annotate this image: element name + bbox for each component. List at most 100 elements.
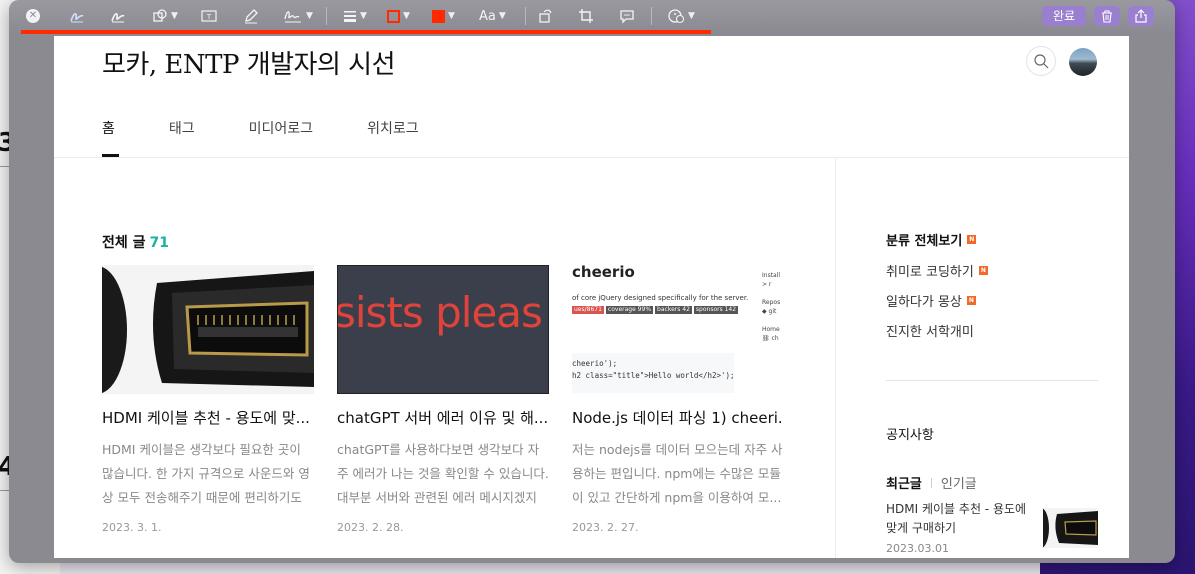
side-line: Install <box>762 272 781 279</box>
signature-icon <box>284 11 301 23</box>
nav-divider <box>54 157 1129 158</box>
badge: backers 42 <box>655 306 692 314</box>
chevron-down-icon: ▼ <box>171 11 178 21</box>
badge: sponsors 142 <box>693 306 739 314</box>
tab-separator <box>930 477 932 488</box>
post-date: 2023. 2. 27. <box>572 521 639 534</box>
post-excerpt: chatGPT를 사용하다보면 생각보다 자주 에러가 나는 것을 확인할 수 … <box>337 442 549 505</box>
category-item[interactable]: 진지한 서학개미 <box>886 321 974 340</box>
search-icon <box>1033 53 1048 68</box>
new-badge: N <box>978 266 988 275</box>
sketch-tool[interactable] <box>69 6 85 26</box>
chevron-down-icon: ▼ <box>688 11 695 21</box>
post-thumbnail-chatgpt[interactable]: sists pleas <box>337 265 549 394</box>
crop-tool[interactable] <box>578 6 594 26</box>
side-line <box>762 289 780 298</box>
crop-icon <box>579 9 593 23</box>
category-label: 진지한 서학개미 <box>886 325 974 340</box>
post-title[interactable]: Node.js 데이터 파싱 1) cheeri... <box>572 407 784 428</box>
text-box-icon: T <box>201 10 217 22</box>
thumbnail-badges: ues/8671 coverage 99% backers 42 sponsor… <box>572 306 739 314</box>
border-color-tool[interactable]: ▼ <box>387 6 410 26</box>
text-style-tool[interactable]: Aa ▼ <box>479 6 506 26</box>
nav-item-tags[interactable]: 태그 <box>169 118 195 138</box>
blog-title[interactable]: 모카, ENTP 개발자의 시선 <box>102 44 395 81</box>
post-card[interactable]: HDMI 케이블 추천 - 용도에 맞... HDMI 케이블은 생각보다 필요… <box>102 265 314 534</box>
category-all-link[interactable]: 분류 전체보기 N <box>886 230 977 249</box>
posts-heading: 전체 글 71 <box>102 232 169 252</box>
side-line: ◆ git <box>762 308 777 315</box>
category-label: 일하다가 몽상 <box>886 295 962 310</box>
sign-tool[interactable]: ▼ <box>283 6 313 26</box>
toolbar-separator <box>525 7 526 25</box>
avatar[interactable] <box>1069 48 1097 76</box>
nav-item-home[interactable]: 홈 <box>102 118 115 138</box>
recent-popular-tabs: 최근글 인기글 <box>886 473 977 492</box>
accessibility-tool[interactable]: ▼ <box>667 6 695 26</box>
post-thumbnail-hdmi[interactable] <box>102 265 314 394</box>
svg-text:T: T <box>206 13 212 21</box>
chevron-down-icon: ▼ <box>360 11 367 21</box>
speech-bubble-icon <box>620 10 634 24</box>
highlight-tool[interactable] <box>243 6 259 26</box>
side-line <box>762 316 780 325</box>
thumbnail-code: cheerio'); h2 class="title">Hello world<… <box>572 353 735 393</box>
nav-item-locationlog[interactable]: 위치로그 <box>367 118 419 138</box>
side-line: Home <box>762 326 780 333</box>
fill-color-swatch <box>432 9 445 23</box>
share-icon <box>1135 9 1147 23</box>
code-line: h2 class="title">Hello world</h2>'); <box>572 371 735 380</box>
rotate-tool[interactable] <box>537 6 553 26</box>
recent-post-date: 2023.03.01 <box>886 542 949 555</box>
delete-button[interactable] <box>1094 6 1120 26</box>
category-item[interactable]: 일하다가 몽상 N <box>886 291 976 310</box>
fill-color-tool[interactable]: ▼ <box>432 6 455 26</box>
line-style-tool[interactable]: ▼ <box>343 6 367 26</box>
category-label: 취미로 코딩하기 <box>886 265 974 280</box>
draw-icon <box>111 13 125 23</box>
code-line: cheerio'); <box>572 359 618 368</box>
document-page: 모카, ENTP 개발자의 시선 홈 태그 미디어로그 위치로그 전체 글71 <box>54 36 1129 558</box>
text-box-tool[interactable]: T <box>201 6 217 26</box>
share-button[interactable] <box>1128 6 1154 26</box>
category-all-label: 분류 전체보기 <box>886 234 963 249</box>
trash-icon <box>1102 9 1112 23</box>
post-card[interactable]: cheerio of core jQuery designed specific… <box>572 265 784 534</box>
done-button[interactable]: 완료 <box>1042 6 1086 26</box>
post-thumbnail-cheerio[interactable]: cheerio of core jQuery designed specific… <box>572 265 784 394</box>
thumbnail-heading: cheerio <box>572 265 635 281</box>
text-style-label: Aa <box>479 8 496 24</box>
post-excerpt: HDMI 케이블은 생각보다 필요한 곳이 많습니다. 한 가지 규격으로 사운… <box>102 442 310 505</box>
category-item[interactable]: 취미로 코딩하기 N <box>886 261 988 280</box>
badge: coverage 99% <box>605 306 654 314</box>
recent-post-thumbnail[interactable] <box>1043 508 1098 548</box>
side-line: ⛓ ch <box>762 335 779 342</box>
post-title[interactable]: HDMI 케이블 추천 - 용도에 맞... <box>102 407 314 428</box>
border-color-swatch <box>387 9 400 23</box>
chevron-down-icon: ▼ <box>498 11 506 21</box>
draw-tool[interactable] <box>110 6 126 26</box>
hdmi-cable-image <box>102 265 314 394</box>
recent-post-title[interactable]: HDMI 케이블 추천 - 용도에 맞게 구매하기 <box>886 500 1034 538</box>
description-tool[interactable] <box>619 6 635 26</box>
thumbnail-subtitle: of core jQuery designed specifically for… <box>572 294 749 302</box>
new-badge: N <box>966 296 976 305</box>
sidebar-divider <box>835 158 836 558</box>
toolbar-separator <box>326 7 327 25</box>
toolbar-separator <box>651 7 652 25</box>
post-card[interactable]: sists pleas chatGPT 서버 에러 이유 및 해... chat… <box>337 265 549 534</box>
main-nav: 홈 태그 미디어로그 위치로그 <box>102 118 473 138</box>
chevron-down-icon: ▼ <box>306 11 313 21</box>
search-button[interactable] <box>1026 46 1056 76</box>
shapes-tool[interactable]: ▼ <box>152 6 178 26</box>
drawn-red-line-annotation[interactable] <box>21 30 711 34</box>
nav-item-medialog[interactable]: 미디어로그 <box>249 118 313 138</box>
shapes-icon <box>153 9 167 22</box>
tab-popular[interactable]: 인기글 <box>941 473 977 492</box>
post-title[interactable]: chatGPT 서버 에러 이유 및 해... <box>337 407 549 428</box>
chevron-down-icon: ▼ <box>448 11 455 21</box>
line-weight-icon <box>344 11 356 22</box>
notice-heading[interactable]: 공지사항 <box>886 424 934 443</box>
tab-recent[interactable]: 최근글 <box>886 473 922 492</box>
close-icon[interactable]: ✕ <box>26 9 40 23</box>
